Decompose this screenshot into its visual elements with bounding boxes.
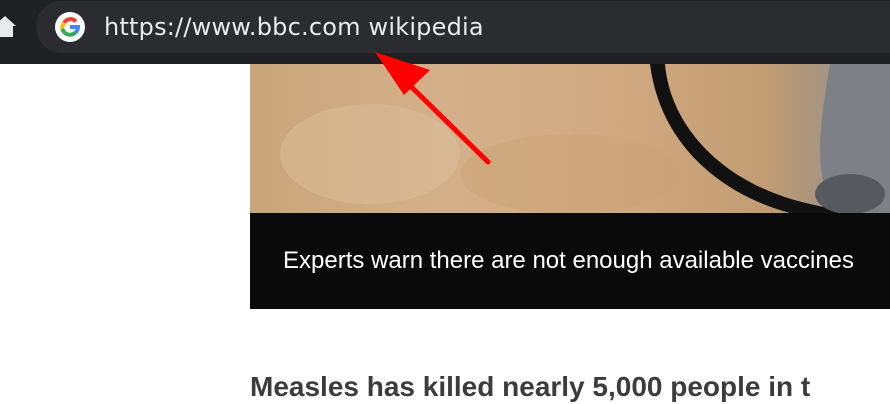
screenshot: https://www.bbc.com wikipedia Experts wa… <box>0 0 890 404</box>
google-g-icon <box>55 12 85 42</box>
image-caption: Experts warn there are not enough availa… <box>283 247 855 274</box>
red-arrow-icon <box>360 40 500 175</box>
article-hero-image <box>250 64 890 213</box>
image-caption-band: Experts warn there are not enough availa… <box>250 213 890 309</box>
address-bar-text[interactable]: https://www.bbc.com wikipedia <box>104 13 484 41</box>
home-icon[interactable] <box>0 12 18 40</box>
article-headline[interactable]: Measles has killed nearly 5,000 people i… <box>250 370 810 404</box>
